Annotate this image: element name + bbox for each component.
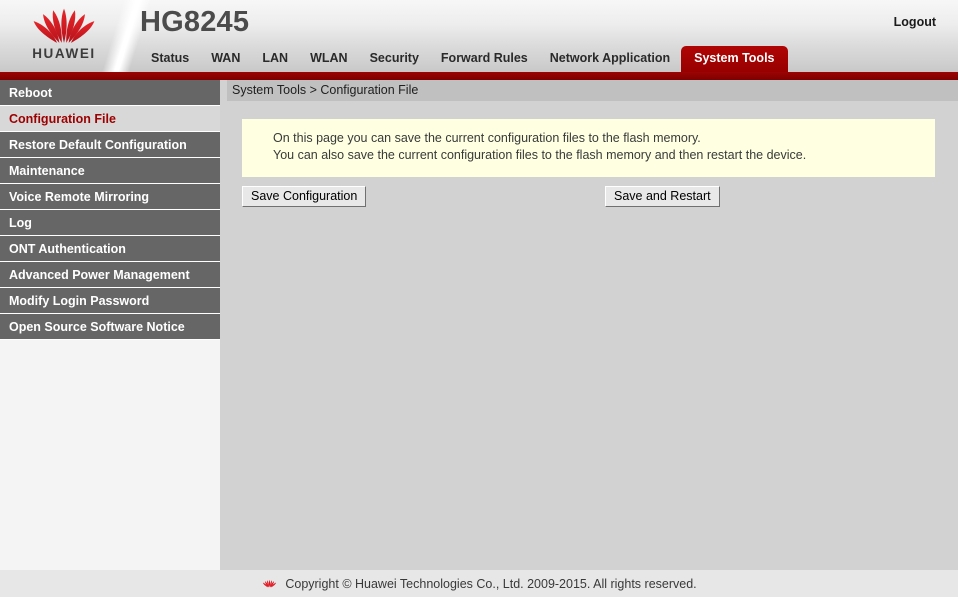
info-panel-line-2: You can also save the current configurat… [273,148,807,162]
info-panel-line-1: On this page you can save the current co… [273,131,701,145]
logout-button[interactable]: Logout [894,15,936,29]
header-red-divider [0,72,958,80]
tab-system-tools[interactable]: System Tools [681,46,788,72]
save-configuration-button[interactable]: Save Configuration [242,186,367,207]
copyright-text: Copyright © Huawei Technologies Co., Ltd… [285,576,697,591]
sidebar-item-voice-remote-mirroring[interactable]: Voice Remote Mirroring [0,184,220,210]
save-and-restart-button[interactable]: Save and Restart [605,186,720,207]
tab-status[interactable]: Status [140,46,200,72]
sidebar-item-reboot[interactable]: Reboot [0,80,220,106]
sidebar-item-open-source-software-notice[interactable]: Open Source Software Notice [0,314,220,340]
sidebar-content-gutter [220,80,227,570]
huawei-wordmark: HUAWEI [32,46,96,61]
huawei-flower-icon-small [263,579,277,588]
breadcrumb: System Tools > Configuration File [227,80,958,101]
tab-forward-rules[interactable]: Forward Rules [430,46,539,72]
main-navigation: Status WAN LAN WLAN Security Forward Rul… [140,46,788,72]
huawei-logo: HUAWEI [18,2,110,68]
tab-security[interactable]: Security [359,46,430,72]
huawei-flower-icon [33,8,95,43]
page-title: HG8245 [140,6,250,38]
sidebar-item-modify-login-password[interactable]: Modify Login Password [0,288,220,314]
page-body: Reboot Configuration File Restore Defaul… [0,80,958,570]
sidebar-item-log[interactable]: Log [0,210,220,236]
tab-wan[interactable]: WAN [200,46,251,72]
tab-wlan[interactable]: WLAN [299,46,359,72]
page-footer: Copyright © Huawei Technologies Co., Ltd… [0,570,958,597]
tab-network-application[interactable]: Network Application [539,46,681,72]
router-admin-page: HUAWEI HG8245 Logout Status WAN LAN WLAN… [0,0,958,597]
tab-lan[interactable]: LAN [251,46,299,72]
sidebar-menu: Reboot Configuration File Restore Defaul… [0,80,220,570]
sidebar-item-configuration-file[interactable]: Configuration File [0,106,220,132]
page-header: HUAWEI HG8245 Logout Status WAN LAN WLAN… [0,0,958,72]
content-area: System Tools > Configuration File On thi… [227,80,958,570]
info-panel: On this page you can save the current co… [242,119,935,177]
action-button-row: Save Configuration Save and Restart [242,186,958,208]
sidebar-item-maintenance[interactable]: Maintenance [0,158,220,184]
sidebar-item-advanced-power-management[interactable]: Advanced Power Management [0,262,220,288]
sidebar-item-restore-default-configuration[interactable]: Restore Default Configuration [0,132,220,158]
sidebar-item-ont-authentication[interactable]: ONT Authentication [0,236,220,262]
